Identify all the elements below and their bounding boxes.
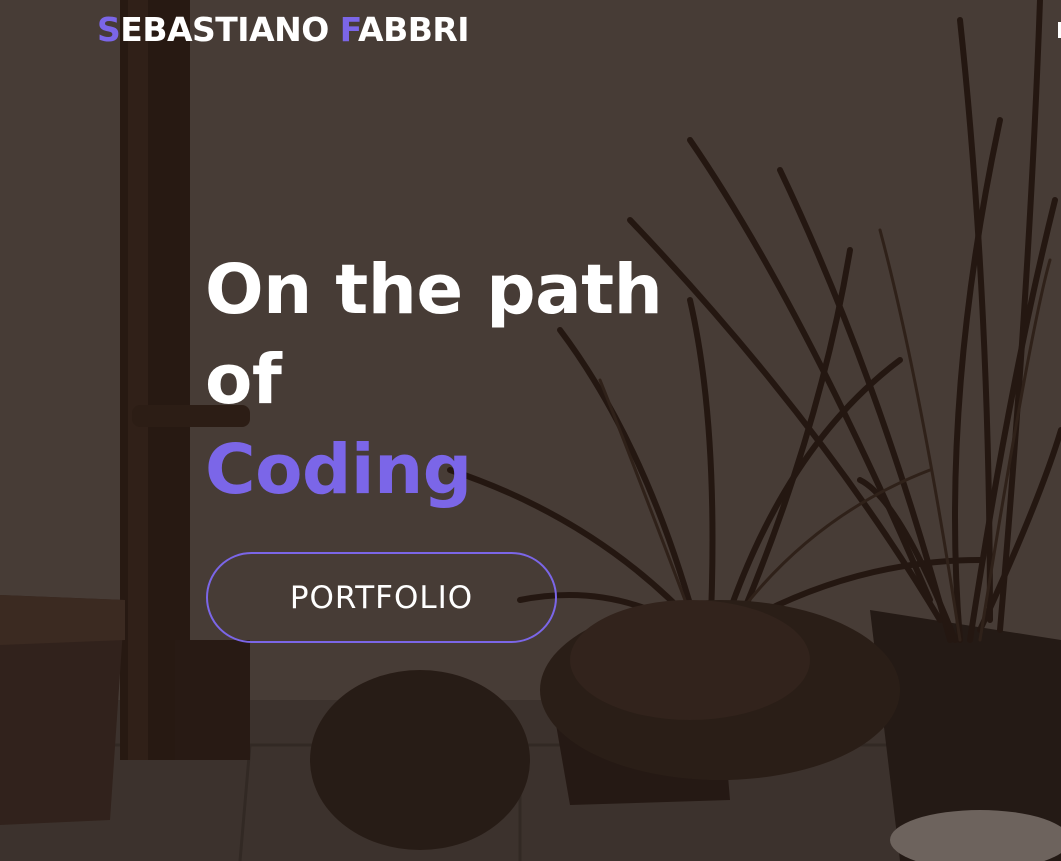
hero-headline: On the path of Coding <box>205 245 663 515</box>
site-logo[interactable]: SEBASTIANO FABBRI <box>97 10 470 49</box>
portfolio-button[interactable]: PORTFOLIO <box>206 552 557 643</box>
logo-initial-first: S <box>97 10 121 49</box>
hero-section: SEBASTIANO FABBRI On the path of Coding … <box>0 0 1061 861</box>
headline-accent-word: Coding <box>205 430 472 510</box>
logo-first-name-rest: EBASTIANO <box>120 10 340 49</box>
headline-line-1: On the path <box>205 250 663 330</box>
logo-last-name-rest: ABBRI <box>358 10 470 49</box>
logo-initial-last: F <box>339 10 359 49</box>
headline-line-2: of <box>205 340 282 420</box>
